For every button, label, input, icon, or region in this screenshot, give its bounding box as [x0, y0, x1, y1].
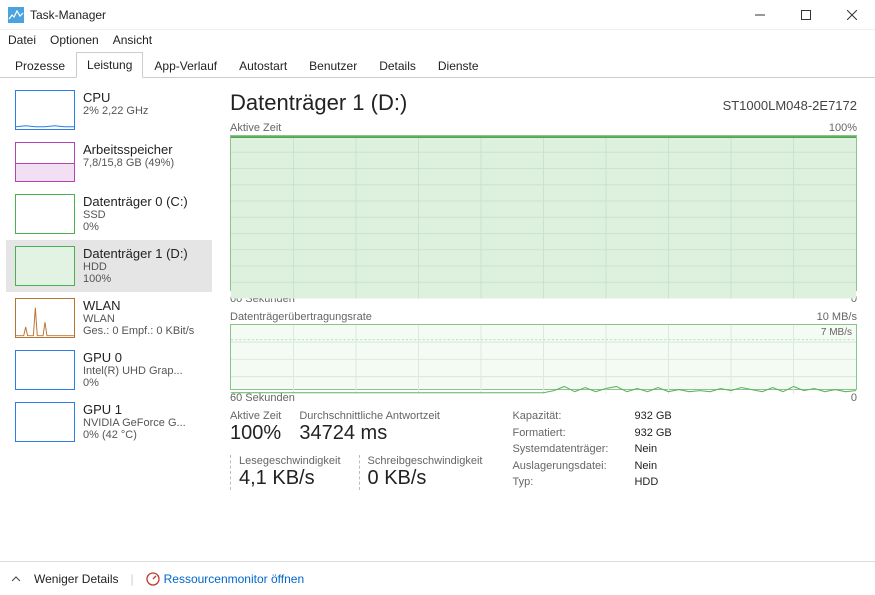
tab-apphistory[interactable]: App-Verlauf — [143, 53, 228, 78]
graph1-label: Aktive Zeit — [230, 122, 281, 134]
transfer-rate-graph: 7 MB/s — [230, 324, 857, 390]
tab-startup[interactable]: Autostart — [228, 53, 298, 78]
resmon-icon — [146, 572, 160, 586]
graph1-max: 100% — [829, 122, 857, 134]
separator: | — [130, 572, 133, 586]
stat-resp-label: Durchschnittliche Antwortzeit — [299, 410, 440, 422]
tab-processes[interactable]: Prozesse — [4, 53, 76, 78]
stat-active-label: Aktive Zeit — [230, 410, 281, 422]
menu-options[interactable]: Optionen — [50, 33, 99, 47]
prop-formatted-k: Formatiert: — [512, 427, 608, 441]
tabbar: Prozesse Leistung App-Verlauf Autostart … — [0, 50, 875, 78]
sidebar-item-sub: Intel(R) UHD Grap... — [83, 365, 206, 377]
sidebar-item-wlan[interactable]: WLAN WLAN Ges.: 0 Empf.: 0 KBit/s — [6, 292, 212, 344]
page-title: Datenträger 1 (D:) — [230, 90, 407, 116]
graph2-xleft: 60 Sekunden — [230, 392, 295, 404]
menubar: Datei Optionen Ansicht — [0, 30, 875, 50]
sidebar-item-sub: HDD — [83, 261, 206, 273]
prop-type-v: HDD — [634, 476, 671, 490]
sidebar-item-cpu[interactable]: CPU 2% 2,22 GHz — [6, 84, 212, 136]
sidebar-item-label: Datenträger 0 (C:) — [83, 194, 206, 209]
prop-capacity-v: 932 GB — [634, 410, 671, 424]
stat-active-value: 100% — [230, 422, 281, 445]
fewer-details-link[interactable]: Weniger Details — [34, 572, 118, 586]
tab-performance[interactable]: Leistung — [76, 52, 143, 78]
titlebar: Task-Manager — [0, 0, 875, 30]
sidebar-item-sub2: 0% — [83, 377, 206, 389]
sidebar-item-sub2: 0% — [83, 221, 206, 233]
sidebar-item-label: GPU 1 — [83, 402, 206, 417]
sidebar-item-sub: 7,8/15,8 GB (49%) — [83, 157, 206, 169]
prop-formatted-v: 932 GB — [634, 427, 671, 441]
prop-sysdisk-k: Systemdatenträger: — [512, 443, 608, 457]
stat-write-label: Schreibgeschwindigkeit — [368, 455, 483, 467]
stat-write-value: 0 KB/s — [368, 467, 483, 490]
sidebar-item-sub2: 100% — [83, 273, 206, 285]
graph2-label: Datenträgerübertragungsrate — [230, 311, 372, 323]
app-icon — [8, 7, 24, 23]
main-panel: Datenträger 1 (D:) ST1000LM048-2E7172 Ak… — [212, 78, 875, 561]
chevron-up-icon[interactable] — [10, 573, 22, 585]
disk-properties: Kapazität: 932 GB Formatiert: 932 GB Sys… — [512, 410, 671, 490]
menu-file[interactable]: Datei — [8, 33, 36, 47]
sidebar-item-sub: SSD — [83, 209, 206, 221]
stat-read-label: Lesegeschwindigkeit — [239, 455, 341, 467]
sidebar-item-sub2: 0% (42 °C) — [83, 429, 206, 441]
sidebar-item-sub: WLAN — [83, 313, 206, 325]
disk-model: ST1000LM048-2E7172 — [723, 98, 857, 113]
sidebar-item-sub: NVIDIA GeForce G... — [83, 417, 206, 429]
tab-details[interactable]: Details — [368, 53, 427, 78]
stat-resp-value: 34724 ms — [299, 422, 440, 445]
tab-services[interactable]: Dienste — [427, 53, 490, 78]
stat-read-value: 4,1 KB/s — [239, 467, 341, 490]
sidebar-item-sub2: Ges.: 0 Empf.: 0 KBit/s — [83, 325, 206, 337]
tab-users[interactable]: Benutzer — [298, 53, 368, 78]
sidebar-item-disk0[interactable]: Datenträger 0 (C:) SSD 0% — [6, 188, 212, 240]
sidebar-item-label: Datenträger 1 (D:) — [83, 246, 206, 261]
window-title: Task-Manager — [30, 8, 737, 22]
minimize-button[interactable] — [737, 0, 783, 30]
sidebar-item-memory[interactable]: Arbeitsspeicher 7,8/15,8 GB (49%) — [6, 136, 212, 188]
prop-capacity-k: Kapazität: — [512, 410, 608, 424]
sidebar: CPU 2% 2,22 GHz Arbeitsspeicher 7,8/15,8… — [0, 78, 212, 561]
footer: Weniger Details | Ressourcenmonitor öffn… — [0, 561, 875, 595]
sidebar-item-sub: 2% 2,22 GHz — [83, 105, 206, 117]
prop-sysdisk-v: Nein — [634, 443, 671, 457]
sidebar-item-gpu0[interactable]: GPU 0 Intel(R) UHD Grap... 0% — [6, 344, 212, 396]
prop-pagefile-v: Nein — [634, 460, 671, 474]
prop-pagefile-k: Auslagerungsdatei: — [512, 460, 608, 474]
close-button[interactable] — [829, 0, 875, 30]
sidebar-item-gpu1[interactable]: GPU 1 NVIDIA GeForce G... 0% (42 °C) — [6, 396, 212, 448]
resmon-label: Ressourcenmonitor öffnen — [164, 572, 305, 586]
sidebar-item-label: Arbeitsspeicher — [83, 142, 206, 157]
active-time-graph — [230, 135, 857, 291]
resource-monitor-link[interactable]: Ressourcenmonitor öffnen — [146, 572, 305, 586]
sidebar-item-disk1[interactable]: Datenträger 1 (D:) HDD 100% — [6, 240, 212, 292]
maximize-button[interactable] — [783, 0, 829, 30]
prop-type-k: Typ: — [512, 476, 608, 490]
sidebar-item-label: GPU 0 — [83, 350, 206, 365]
sidebar-item-label: WLAN — [83, 298, 206, 313]
sidebar-item-label: CPU — [83, 90, 206, 105]
menu-view[interactable]: Ansicht — [113, 33, 152, 47]
graph2-max: 10 MB/s — [817, 311, 857, 323]
graph2-xright: 0 — [851, 392, 857, 404]
